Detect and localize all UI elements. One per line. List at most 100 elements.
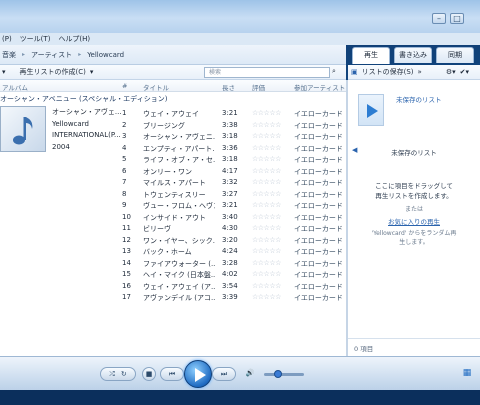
shuffle-icon[interactable]: ⤮ xyxy=(109,370,115,378)
track-rating[interactable]: ☆☆☆☆☆ xyxy=(252,282,281,290)
search-icon[interactable]: ⌕ xyxy=(332,67,336,76)
track-length: 3:40 xyxy=(222,212,238,221)
breadcrumb-artist[interactable]: アーティスト xyxy=(31,50,72,60)
track-length: 3:28 xyxy=(222,258,238,267)
col-artist[interactable]: 参加アーティスト xyxy=(294,82,345,92)
library-pane: アルバム # タイトル 長さ 評価 参加アーティスト オーシャン・アベニュー (… xyxy=(0,80,346,356)
table-row[interactable]: 13 バック・ホーム 4:24 ☆☆☆☆☆ イエローカード xyxy=(0,246,346,258)
mute-icon[interactable]: 🔊 xyxy=(242,367,258,381)
track-rating[interactable]: ☆☆☆☆☆ xyxy=(252,167,281,175)
more-button[interactable]: » xyxy=(418,68,422,76)
list-pane: 未保存のリスト ◀ 未保存のリスト ここに項目をドラッグして 再生リストを作成し… xyxy=(348,80,480,356)
table-row[interactable]: 15 ヘイ・マイク (日本盤... 4:02 ☆☆☆☆☆ イエローカード xyxy=(0,269,346,281)
switch-view-icon[interactable]: ▦ xyxy=(460,367,474,381)
table-row[interactable]: 5 ライフ・オブ・ア・セ... 3:18 ☆☆☆☆☆ イエローカード xyxy=(0,154,346,166)
minimize-button[interactable]: – xyxy=(432,13,446,24)
table-row[interactable]: 10 インサイド・アウト 3:40 ☆☆☆☆☆ イエローカード xyxy=(0,212,346,224)
next-button[interactable]: ⏭ xyxy=(212,367,236,381)
track-rating[interactable]: ☆☆☆☆☆ xyxy=(252,155,281,163)
table-row[interactable]: 11 ビリーヴ 4:30 ☆☆☆☆☆ イエローカード xyxy=(0,223,346,235)
table-row[interactable]: 2 ブリージング 3:38 ☆☆☆☆☆ イエローカード xyxy=(0,120,346,132)
chevron-down-icon[interactable]: ▾ xyxy=(2,68,6,76)
track-title: ライフ・オブ・ア・セ... xyxy=(143,156,215,164)
maximize-button[interactable]: □ xyxy=(450,13,464,24)
menu-bar: (P) ツール(T) ヘルプ(H) xyxy=(0,33,480,45)
repeat-icon[interactable]: ↻ xyxy=(121,370,127,378)
col-length[interactable]: 長さ xyxy=(222,82,235,92)
list-options-icon[interactable]: ⚙▾ xyxy=(446,68,456,76)
track-rating[interactable]: ☆☆☆☆☆ xyxy=(252,293,281,301)
tab-play[interactable]: 再生 xyxy=(352,47,390,64)
table-row[interactable]: 3 オーシャン・アヴェニ... 3:18 ☆☆☆☆☆ イエローカード xyxy=(0,131,346,143)
table-row[interactable]: 12 ワン・イヤー、シック... 3:20 ☆☆☆☆☆ イエローカード xyxy=(0,235,346,247)
col-title[interactable]: タイトル xyxy=(143,82,169,92)
track-artist: イエローカード xyxy=(294,144,343,153)
track-rating[interactable]: ☆☆☆☆☆ xyxy=(252,201,281,209)
track-rating[interactable]: ☆☆☆☆☆ xyxy=(252,109,281,117)
track-artist: イエローカード xyxy=(294,248,343,256)
track-number: 17 xyxy=(122,293,131,301)
play-button[interactable] xyxy=(184,360,212,388)
volume-slider[interactable] xyxy=(264,373,304,376)
breadcrumb-music[interactable]: 音楽 xyxy=(2,50,16,60)
track-rating[interactable]: ☆☆☆☆☆ xyxy=(252,236,281,244)
track-rating[interactable]: ☆☆☆☆☆ xyxy=(252,132,281,140)
table-row[interactable]: 17 アヴァンデイル (アコ... 3:39 ☆☆☆☆☆ イエローカード xyxy=(0,292,346,304)
track-rating[interactable]: ☆☆☆☆☆ xyxy=(252,213,281,221)
col-rating[interactable]: 評価 xyxy=(252,82,265,92)
track-title: ワン・イヤー、シック... xyxy=(143,236,215,245)
track-rating[interactable]: ☆☆☆☆☆ xyxy=(252,190,281,198)
table-row[interactable]: 8 トウェンティスリー 3:27 ☆☆☆☆☆ イエローカード xyxy=(0,189,346,201)
clear-list-icon[interactable]: ✔▾ xyxy=(460,68,469,76)
unsaved-list-link[interactable]: 未保存のリスト xyxy=(396,94,442,104)
tab-burn[interactable]: 書き込み xyxy=(394,47,432,63)
track-rating[interactable]: ☆☆☆☆☆ xyxy=(252,121,281,129)
track-title: オンリー・ワン xyxy=(143,167,192,176)
track-title: インサイド・アウト xyxy=(143,213,206,222)
track-rating[interactable]: ☆☆☆☆☆ xyxy=(252,259,281,267)
play-icon xyxy=(358,94,384,126)
track-number: 12 xyxy=(122,235,131,244)
drag-hint-2: 再生リストを作成します。 xyxy=(375,192,453,200)
table-row[interactable]: 14 ファイアウォーター (... 3:28 ☆☆☆☆☆ イエローカード xyxy=(0,258,346,270)
table-row[interactable]: 6 オンリー・ワン 4:17 ☆☆☆☆☆ イエローカード xyxy=(0,166,346,178)
track-length: 4:24 xyxy=(222,247,238,255)
table-row[interactable]: 16 ウェイ・アウェイ (ア... 3:54 ☆☆☆☆☆ イエローカード xyxy=(0,281,346,293)
stop-button[interactable]: ■ xyxy=(142,367,156,381)
track-length: 3:39 xyxy=(222,293,238,301)
track-number: 7 xyxy=(122,178,127,186)
track-length: 4:17 xyxy=(222,166,238,175)
save-list-button[interactable]: リストの保存(S) xyxy=(362,67,414,77)
menu-item-play[interactable]: (P) xyxy=(2,35,12,43)
track-rating[interactable]: ☆☆☆☆☆ xyxy=(252,178,281,186)
track-artist: イエローカード xyxy=(294,110,343,118)
table-row[interactable]: 4 エンプティ・アパート... 3:36 ☆☆☆☆☆ イエローカード xyxy=(0,143,346,155)
search-input[interactable]: 検索 xyxy=(204,67,330,78)
tab-bar: 再生 書き込み 同期 xyxy=(352,47,474,64)
save-icon: ▣ xyxy=(351,68,358,76)
chevron-down-icon[interactable]: ▾ xyxy=(90,68,94,76)
track-rating[interactable]: ☆☆☆☆☆ xyxy=(252,224,281,232)
table-row[interactable]: 7 マイルス・アパート 3:32 ☆☆☆☆☆ イエローカード xyxy=(0,177,346,189)
track-length: 3:27 xyxy=(222,189,238,198)
track-rating[interactable]: ☆☆☆☆☆ xyxy=(252,270,281,278)
table-row[interactable]: 9 ヴュー・フロム・ヘヴン 3:21 ☆☆☆☆☆ イエローカード xyxy=(0,200,346,212)
table-row[interactable]: 1 ウェイ・アウェイ 3:21 ☆☆☆☆☆ イエローカード xyxy=(0,108,346,120)
col-album[interactable]: アルバム xyxy=(2,82,28,92)
create-playlist-button[interactable]: 再生リストの作成(C) xyxy=(20,67,86,77)
menu-item-help[interactable]: ヘルプ(H) xyxy=(58,34,90,44)
track-rating[interactable]: ☆☆☆☆☆ xyxy=(252,144,281,152)
track-length: 3:36 xyxy=(222,143,238,152)
track-title: ブリージング xyxy=(143,121,185,130)
track-number: 14 xyxy=(122,258,131,267)
tab-sync[interactable]: 同期 xyxy=(436,47,474,63)
track-length: 3:21 xyxy=(222,109,238,117)
favorites-link[interactable]: お気に入りの再生 xyxy=(348,216,480,226)
col-num[interactable]: # xyxy=(122,82,127,90)
previous-button[interactable]: ⏮ xyxy=(160,367,184,381)
track-number: 10 xyxy=(122,212,131,221)
menu-item-tools[interactable]: ツール(T) xyxy=(20,34,51,44)
volume-knob[interactable] xyxy=(274,370,282,378)
track-rating[interactable]: ☆☆☆☆☆ xyxy=(252,247,281,255)
breadcrumb-yellowcard[interactable]: Yellowcard xyxy=(87,51,124,59)
